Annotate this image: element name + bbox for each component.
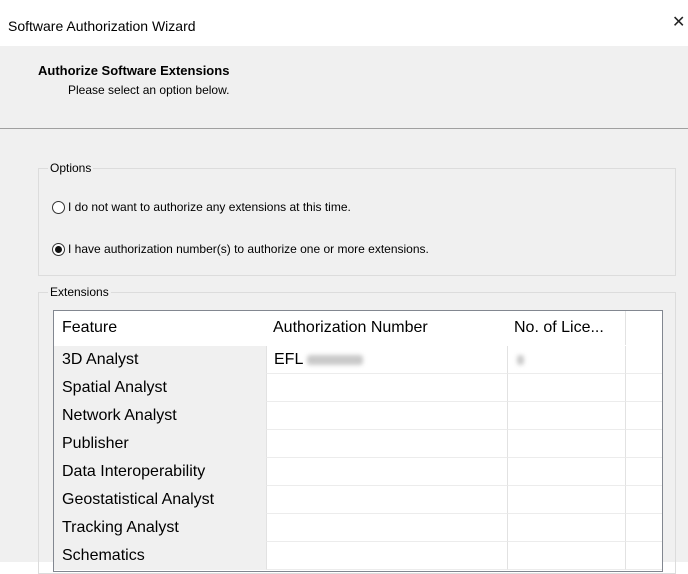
licenses-cell[interactable] <box>507 542 625 570</box>
authorization-number-cell[interactable] <box>266 486 507 514</box>
authorization-number-cell[interactable] <box>266 542 507 570</box>
option-authorize[interactable]: I have authorization number(s) to author… <box>52 242 429 256</box>
table-row: Network Analyst <box>54 402 662 430</box>
licenses-cell[interactable] <box>507 346 625 374</box>
licenses-cell[interactable] <box>507 374 625 402</box>
licenses-cell[interactable] <box>507 458 625 486</box>
licenses-cell[interactable] <box>507 514 625 542</box>
title-bar: Software Authorization Wizard ✕ <box>0 0 688 46</box>
column-header-empty <box>625 311 662 345</box>
table-row: Publisher <box>54 430 662 458</box>
radio-authorize[interactable] <box>52 242 65 256</box>
extensions-group-label: Extensions <box>48 285 111 299</box>
table-row: Data Interoperability <box>54 458 662 486</box>
authorization-number-cell[interactable]: EFL <box>266 346 507 374</box>
table-row: 3D Analyst EFL <box>54 346 662 374</box>
feature-cell: Publisher <box>54 430 266 458</box>
extra-cell <box>625 374 662 402</box>
extra-cell <box>625 458 662 486</box>
extra-cell <box>625 430 662 458</box>
feature-cell: Data Interoperability <box>54 458 266 486</box>
column-header-feature[interactable]: Feature <box>54 311 266 345</box>
table-row: Geostatistical Analyst <box>54 486 662 514</box>
table-row: Spatial Analyst <box>54 374 662 402</box>
column-header-authorization-number[interactable]: Authorization Number <box>266 311 507 345</box>
extra-cell <box>625 542 662 570</box>
extra-cell <box>625 514 662 542</box>
page-subtitle: Please select an option below. <box>68 83 230 97</box>
licenses-cell[interactable] <box>507 486 625 514</box>
extensions-table: Feature Authorization Number No. of Lice… <box>53 310 663 572</box>
feature-cell: Tracking Analyst <box>54 514 266 542</box>
page-title: Authorize Software Extensions <box>38 63 230 78</box>
authorization-number-cell[interactable] <box>266 430 507 458</box>
option-authorize-label: I have authorization number(s) to author… <box>68 242 429 256</box>
option-no-authorize-label: I do not want to authorize any extension… <box>68 200 351 214</box>
feature-cell: Schematics <box>54 542 266 570</box>
authorization-number-cell[interactable] <box>266 374 507 402</box>
wizard-header: Authorize Software Extensions Please sel… <box>0 46 688 129</box>
feature-cell: Spatial Analyst <box>54 374 266 402</box>
radio-no-authorize[interactable] <box>52 200 65 214</box>
feature-cell: 3D Analyst <box>54 346 266 374</box>
authorization-number-cell[interactable] <box>266 514 507 542</box>
authorization-number-cell[interactable] <box>266 402 507 430</box>
extra-cell <box>625 346 662 374</box>
option-no-authorize[interactable]: I do not want to authorize any extension… <box>52 200 351 214</box>
redacted-authorization-number <box>307 354 364 365</box>
authorization-number-cell[interactable] <box>266 458 507 486</box>
redacted-license-count <box>517 354 524 365</box>
table-header: Feature Authorization Number No. of Lice… <box>54 311 662 345</box>
options-group-label: Options <box>48 161 94 175</box>
window-title: Software Authorization Wizard <box>8 18 196 34</box>
table-row: Tracking Analyst <box>54 514 662 542</box>
feature-cell: Network Analyst <box>54 402 266 430</box>
authorization-prefix: EFL <box>274 351 303 368</box>
options-group <box>38 168 676 276</box>
close-icon[interactable]: ✕ <box>672 14 688 32</box>
extra-cell <box>625 402 662 430</box>
licenses-cell[interactable] <box>507 402 625 430</box>
licenses-cell[interactable] <box>507 430 625 458</box>
feature-cell: Geostatistical Analyst <box>54 486 266 514</box>
table-row: Schematics <box>54 542 662 570</box>
extra-cell <box>625 486 662 514</box>
column-header-licenses[interactable]: No. of Lice... <box>507 311 625 345</box>
